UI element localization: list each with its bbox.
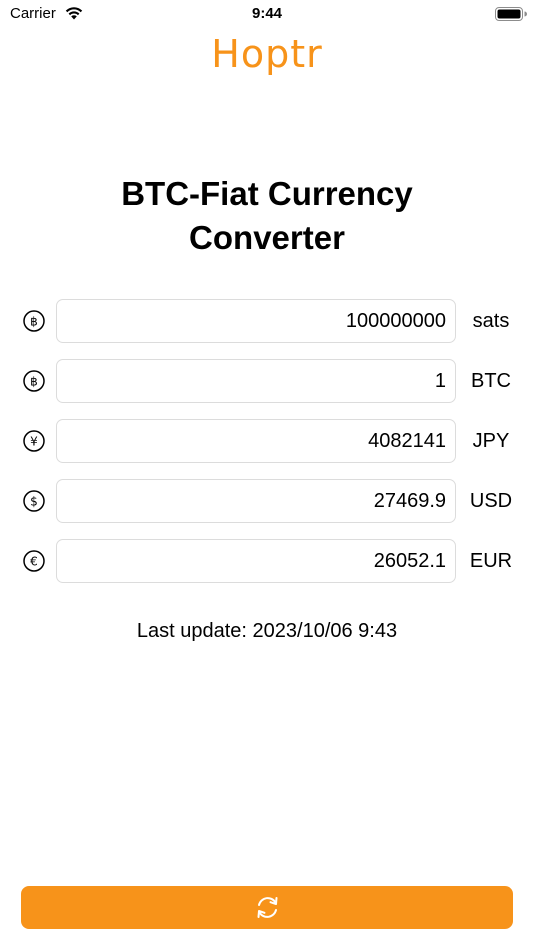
svg-text:฿: ฿ bbox=[30, 315, 38, 329]
eur-unit-label: EUR bbox=[469, 550, 513, 572]
bitcoin-icon: ฿ bbox=[23, 310, 45, 332]
currency-row-eur: € EUR bbox=[0, 539, 534, 583]
euro-icon: € bbox=[23, 550, 45, 572]
jpy-amount-input[interactable] bbox=[56, 419, 456, 463]
svg-text:฿: ฿ bbox=[30, 375, 38, 389]
sats-unit-label: sats bbox=[472, 310, 510, 332]
dollar-icon: $ bbox=[23, 490, 45, 512]
app-title: Hoptr bbox=[211, 32, 323, 76]
battery-icon bbox=[495, 7, 527, 21]
yen-icon: ¥ bbox=[23, 430, 45, 452]
status-time: 9:44 bbox=[251, 5, 283, 22]
eur-amount-input[interactable] bbox=[56, 539, 456, 583]
usd-amount-input[interactable] bbox=[56, 479, 456, 523]
status-bar: Carrier 9:44 bbox=[0, 0, 534, 30]
jpy-unit-label: JPY bbox=[472, 430, 510, 452]
svg-text:¥: ¥ bbox=[30, 435, 38, 449]
svg-text:$: $ bbox=[30, 495, 38, 509]
btc-unit-label: BTC bbox=[471, 370, 511, 392]
last-update-label: Last update: 2023/10/06 9:43 bbox=[136, 620, 398, 642]
usd-unit-label: USD bbox=[469, 490, 513, 512]
currency-row-btc: ฿ BTC bbox=[0, 359, 534, 403]
currency-row-jpy: ¥ JPY bbox=[0, 419, 534, 463]
page-title-line2: Converter bbox=[189, 219, 345, 256]
currency-row-sats: ฿ sats bbox=[0, 299, 534, 343]
currency-row-usd: $ USD bbox=[0, 479, 534, 523]
page-title: BTC-Fiat Currency Converter bbox=[0, 172, 534, 260]
refresh-icon bbox=[257, 897, 278, 918]
sats-amount-input[interactable] bbox=[56, 299, 456, 343]
svg-text:€: € bbox=[30, 555, 38, 569]
refresh-button[interactable] bbox=[21, 886, 513, 929]
btc-amount-input[interactable] bbox=[56, 359, 456, 403]
page-title-line1: BTC-Fiat Currency bbox=[121, 175, 413, 212]
bitcoin-icon: ฿ bbox=[23, 370, 45, 392]
